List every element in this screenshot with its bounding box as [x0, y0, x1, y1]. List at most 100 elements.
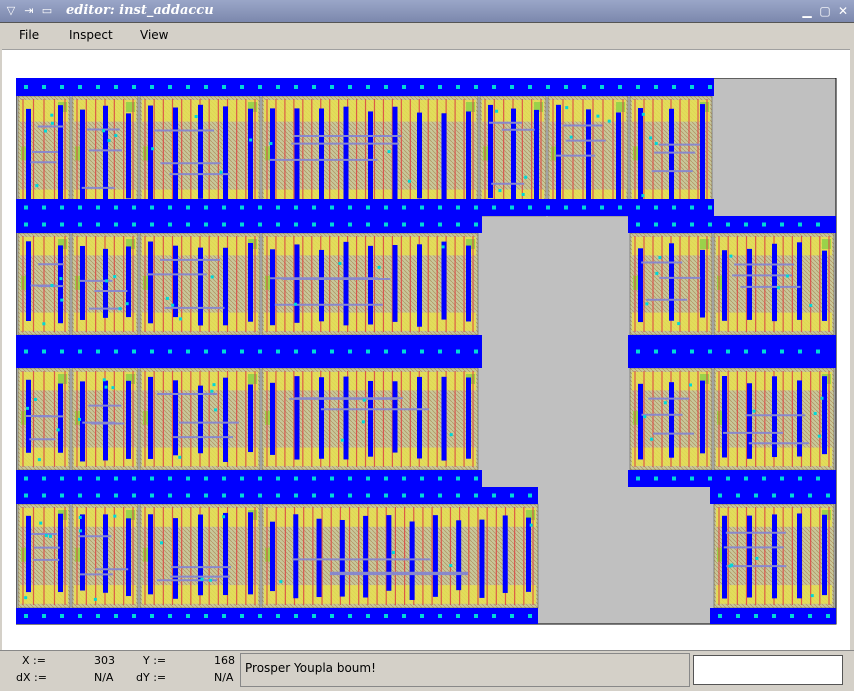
x-value: 303	[94, 654, 115, 667]
rail-contact	[186, 222, 190, 227]
menu-file[interactable]: File	[19, 28, 39, 42]
rail-contact	[240, 476, 244, 481]
maximize-icon[interactable]: ▢	[818, 4, 832, 18]
rail-contact	[510, 85, 514, 89]
rail-contact	[708, 85, 712, 89]
close-icon[interactable]: ✕	[836, 4, 850, 18]
rail-contact	[754, 493, 758, 498]
rail-contact	[24, 349, 28, 354]
rail-contact	[816, 476, 820, 481]
diffusion	[248, 374, 257, 384]
metal1-bar	[80, 109, 85, 204]
rail-contact	[582, 205, 586, 210]
via	[93, 597, 97, 601]
rail-contact	[384, 493, 388, 498]
metal1-bar	[772, 376, 777, 458]
via	[658, 256, 662, 260]
rail-contact	[222, 205, 226, 210]
via	[391, 551, 395, 555]
via	[114, 134, 118, 138]
rail-contact	[258, 85, 262, 89]
rail-contact	[718, 493, 722, 498]
diffusion	[58, 374, 67, 384]
metal1-bar	[722, 515, 727, 599]
standard-cell	[17, 95, 71, 217]
metal1-bar	[616, 112, 621, 207]
rail-contact	[438, 476, 442, 481]
standard-cell	[139, 232, 261, 336]
metal1-bar	[58, 245, 63, 324]
via	[407, 179, 411, 183]
standard-cell	[629, 232, 713, 336]
via	[641, 194, 645, 198]
rail-contact	[762, 349, 766, 354]
metal1-bar	[432, 515, 438, 597]
rail-contact	[402, 222, 406, 227]
power-rail	[710, 487, 836, 504]
rail-contact	[330, 85, 334, 89]
metal1-bar	[700, 249, 705, 318]
power-rail-bar	[628, 216, 836, 233]
via	[42, 322, 46, 326]
rail-contact	[132, 222, 136, 227]
shade-icon[interactable]: ⇥	[22, 4, 36, 18]
rail-contact	[402, 476, 406, 481]
rail-contact	[348, 85, 352, 89]
window-menu-icon[interactable]: ▽	[4, 4, 18, 18]
metal1-bar	[797, 380, 802, 457]
nwell-region	[264, 508, 536, 527]
via	[160, 541, 164, 545]
rail-contact	[348, 476, 352, 481]
rail-contact	[402, 614, 406, 618]
via	[219, 170, 223, 174]
minimize-icon[interactable]: ▁	[800, 4, 814, 18]
rail-contact	[826, 614, 830, 618]
rail-contact	[24, 222, 28, 227]
rail-contact	[438, 222, 442, 227]
metal1-bar	[479, 519, 485, 598]
via	[377, 265, 381, 269]
rail-contact	[222, 493, 226, 498]
rail-contact	[114, 493, 118, 498]
via	[39, 521, 43, 525]
metal1-bar	[223, 377, 228, 462]
rail-contact	[168, 349, 172, 354]
via	[361, 420, 365, 424]
via	[102, 129, 106, 133]
rail-contact	[510, 205, 514, 210]
rail-contact	[96, 476, 100, 481]
rail-contact	[816, 349, 820, 354]
menu-view[interactable]: View	[140, 28, 168, 42]
rail-contact	[240, 614, 244, 618]
via	[688, 383, 692, 387]
metal1-bar	[363, 515, 369, 598]
rail-contact	[204, 476, 208, 481]
rail-contact	[348, 205, 352, 210]
rail-contact	[744, 349, 748, 354]
rail-contact	[96, 85, 100, 89]
stick-icon[interactable]: ▭	[40, 4, 54, 18]
rail-contact	[790, 614, 794, 618]
metal1-bar	[270, 249, 275, 326]
rail-contact	[132, 85, 136, 89]
metal1-bar	[772, 243, 777, 322]
rail-contact	[492, 205, 496, 210]
metal1-bar	[343, 241, 349, 326]
command-input[interactable]	[693, 655, 843, 685]
rail-contact	[618, 205, 622, 210]
rail-contact	[96, 205, 100, 210]
menu-inspect[interactable]: Inspect	[69, 28, 113, 42]
layout-canvas[interactable]	[2, 50, 850, 650]
standard-cell	[71, 367, 139, 471]
via	[26, 406, 30, 410]
rail-contact	[240, 493, 244, 498]
standard-cell	[629, 367, 713, 471]
rail-contact	[258, 349, 262, 354]
layout-view[interactable]	[16, 78, 838, 626]
metal1-bar	[822, 376, 827, 455]
rail-contact	[510, 493, 514, 498]
metal1-bar	[386, 515, 392, 591]
metal1-bar	[319, 108, 324, 204]
rail-contact	[384, 205, 388, 210]
rail-contact	[726, 222, 730, 227]
